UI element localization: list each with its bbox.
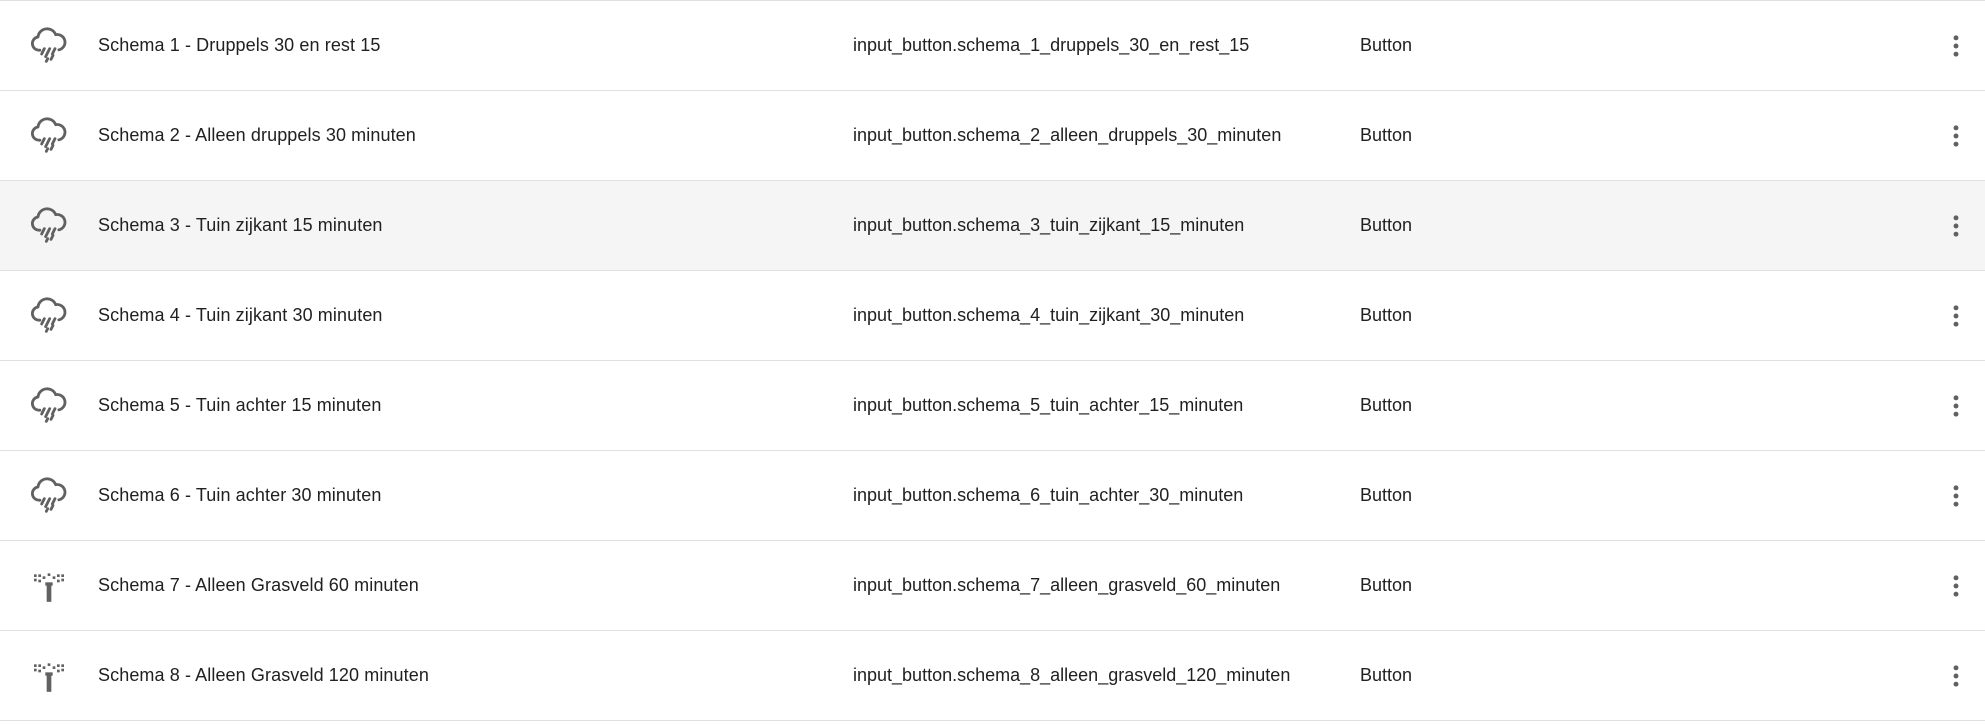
dots-vertical-icon xyxy=(1953,304,1959,327)
weather-pouring-icon xyxy=(0,476,98,516)
helper-type: Button xyxy=(1360,35,1413,55)
entity-id: input_button.schema_1_druppels_30_en_res… xyxy=(853,35,1250,55)
overflow-menu-button[interactable] xyxy=(1935,205,1977,247)
helper-name: Schema 1 - Druppels 30 en rest 15 xyxy=(98,35,381,55)
dots-vertical-icon xyxy=(1953,34,1959,57)
table-row[interactable]: Schema 8 - Alleen Grasveld 120 minuten i… xyxy=(0,631,1985,721)
dots-vertical-icon xyxy=(1953,214,1959,237)
weather-pouring-icon xyxy=(0,386,98,426)
dots-vertical-icon xyxy=(1953,484,1959,507)
entity-id: input_button.schema_4_tuin_zijkant_30_mi… xyxy=(853,305,1245,325)
overflow-menu-button[interactable] xyxy=(1935,25,1977,67)
helpers-table: Schema 1 - Druppels 30 en rest 15 input_… xyxy=(0,0,1985,725)
weather-pouring-icon xyxy=(0,116,98,156)
helper-type: Button xyxy=(1360,575,1413,595)
helper-name: Schema 2 - Alleen druppels 30 minuten xyxy=(98,125,416,145)
overflow-menu-button[interactable] xyxy=(1935,475,1977,517)
overflow-menu-button[interactable] xyxy=(1935,385,1977,427)
table-row[interactable]: Schema 5 - Tuin achter 15 minuten input_… xyxy=(0,361,1985,451)
helper-name: Schema 7 - Alleen Grasveld 60 minuten xyxy=(98,575,419,595)
table-row[interactable]: Schema 6 - Tuin achter 30 minuten input_… xyxy=(0,451,1985,541)
dots-vertical-icon xyxy=(1953,124,1959,147)
entity-id: input_button.schema_6_tuin_achter_30_min… xyxy=(853,485,1244,505)
dots-vertical-icon xyxy=(1953,394,1959,417)
overflow-menu-button[interactable] xyxy=(1935,655,1977,697)
entity-id: input_button.schema_8_alleen_grasveld_12… xyxy=(853,665,1291,685)
helper-name: Schema 4 - Tuin zijkant 30 minuten xyxy=(98,305,383,325)
helper-type: Button xyxy=(1360,305,1413,325)
weather-pouring-icon xyxy=(0,26,98,66)
table-row[interactable]: Schema 7 - Alleen Grasveld 60 minuten in… xyxy=(0,541,1985,631)
dots-vertical-icon xyxy=(1953,574,1959,597)
sprinkler-icon xyxy=(0,566,98,606)
helper-name: Schema 5 - Tuin achter 15 minuten xyxy=(98,395,382,415)
entity-id: input_button.schema_2_alleen_druppels_30… xyxy=(853,125,1282,145)
entity-id: input_button.schema_3_tuin_zijkant_15_mi… xyxy=(853,215,1245,235)
sprinkler-icon xyxy=(0,656,98,696)
helper-type: Button xyxy=(1360,485,1413,505)
entity-id: input_button.schema_5_tuin_achter_15_min… xyxy=(853,395,1244,415)
helper-name: Schema 8 - Alleen Grasveld 120 minuten xyxy=(98,665,429,685)
table-row[interactable]: Schema 4 - Tuin zijkant 30 minuten input… xyxy=(0,271,1985,361)
overflow-menu-button[interactable] xyxy=(1935,295,1977,337)
overflow-menu-button[interactable] xyxy=(1935,115,1977,157)
weather-pouring-icon xyxy=(0,206,98,246)
helper-type: Button xyxy=(1360,395,1413,415)
weather-pouring-icon xyxy=(0,296,98,336)
table-row[interactable]: Schema 3 - Tuin zijkant 15 minuten input… xyxy=(0,181,1985,271)
table-row[interactable]: Schema 1 - Druppels 30 en rest 15 input_… xyxy=(0,1,1985,91)
helper-type: Button xyxy=(1360,665,1413,685)
entity-id: input_button.schema_7_alleen_grasveld_60… xyxy=(853,575,1281,595)
helper-name: Schema 3 - Tuin zijkant 15 minuten xyxy=(98,215,383,235)
overflow-menu-button[interactable] xyxy=(1935,565,1977,607)
table-row[interactable]: Schema 2 - Alleen druppels 30 minuten in… xyxy=(0,91,1985,181)
dots-vertical-icon xyxy=(1953,664,1959,687)
helper-type: Button xyxy=(1360,125,1413,145)
helper-type: Button xyxy=(1360,215,1413,235)
helper-name: Schema 6 - Tuin achter 30 minuten xyxy=(98,485,382,505)
